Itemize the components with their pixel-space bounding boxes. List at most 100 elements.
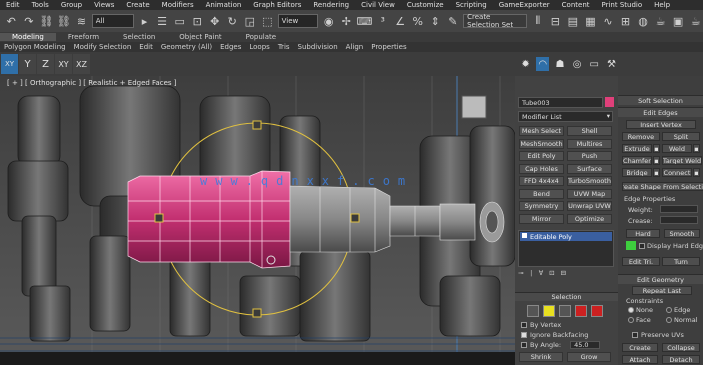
reference-coordinate-dropdown[interactable]: View (277, 14, 319, 28)
menu-item-civil-view[interactable]: Civil View (355, 1, 401, 9)
menu-item-group[interactable]: Group (55, 1, 88, 9)
display-tab-icon[interactable]: ▭ (588, 57, 601, 71)
layer-explorer-icon[interactable]: ▤ (566, 13, 581, 29)
spinner-snap-icon[interactable]: ⇕ (428, 13, 443, 29)
snap-3d-icon[interactable]: ³ (375, 13, 390, 29)
constraint-z-button[interactable]: Z (37, 54, 54, 74)
preserve-uvs-row[interactable]: Preserve UVs (632, 331, 684, 339)
schematic-view-icon[interactable]: ⊞ (618, 13, 633, 29)
menu-item-create[interactable]: Create (120, 1, 155, 9)
weight-input[interactable] (660, 205, 698, 213)
extrude-settings-button[interactable]: ▪ (653, 144, 660, 153)
subtab-subdivision[interactable]: Subdivision (294, 43, 342, 51)
create-tab-icon[interactable]: ✹ (519, 57, 532, 71)
modifier-button-symmetry[interactable]: Symmetry (519, 201, 564, 211)
undo-icon[interactable]: ↶ (4, 13, 19, 29)
selection-filter-dropdown[interactable]: All (91, 14, 135, 28)
link-icon[interactable]: ⛓ (39, 13, 54, 29)
rect-selection-icon[interactable]: ▭ (172, 13, 187, 29)
object-color-swatch[interactable] (605, 97, 614, 107)
select-by-name-icon[interactable]: ☰ (155, 13, 170, 29)
viewport-label[interactable]: [ + ] [ Orthographic ] [ Realistic + Edg… (7, 79, 176, 87)
detach-button[interactable]: Detach (662, 355, 700, 364)
grow-button[interactable]: Grow (567, 352, 611, 362)
constraint-edge-radio[interactable] (666, 307, 672, 313)
bridge-button[interactable]: Bridge (622, 168, 652, 177)
configure-sets-icon[interactable]: ⊟ (561, 269, 566, 281)
constraint-normal-radio[interactable] (666, 317, 672, 323)
angle-snap-icon[interactable]: ∠ (393, 13, 408, 29)
display-hard-edges-checkbox[interactable] (639, 243, 645, 249)
modifier-button-ffd-4x4x4[interactable]: FFD 4x4x4 (519, 176, 564, 186)
named-selection-set-dropdown[interactable]: Create Selection Set (463, 13, 528, 29)
modifier-button-bend[interactable]: Bend (519, 188, 564, 199)
menu-item-customize[interactable]: Customize (401, 1, 450, 9)
curve-editor-icon[interactable]: ∿ (601, 13, 616, 29)
constraint-xz-button[interactable]: XZ (73, 54, 90, 74)
hierarchy-tab-icon[interactable]: ☗ (553, 57, 566, 71)
mirror-icon[interactable]: ⫴ (530, 13, 545, 29)
select-manipulate-icon[interactable]: ✢ (339, 13, 354, 29)
ribbon-tab-selection[interactable]: Selection (111, 33, 167, 41)
repeat-last-button[interactable]: Repeat Last (632, 286, 692, 295)
viewport[interactable]: [ + ] [ Orthographic ] [ Realistic + Edg… (0, 76, 515, 365)
rendered-frame-icon[interactable]: ▣ (671, 13, 686, 29)
redo-icon[interactable]: ↷ (22, 13, 37, 29)
make-unique-icon[interactable]: ∀ (539, 269, 543, 281)
constraint-normal-row[interactable]: Normal (666, 316, 698, 324)
element-level-icon[interactable] (591, 305, 603, 317)
constraint-y-button[interactable]: Y (19, 54, 36, 74)
extrude-button[interactable]: Extrude (622, 144, 652, 153)
soft-selection-header[interactable]: Soft Selection (618, 95, 703, 105)
modifier-button-cap-holes[interactable]: Cap Holes (519, 163, 564, 174)
align-icon[interactable]: ⊟ (548, 13, 563, 29)
display-hard-edges-row[interactable]: Display Hard Edges (639, 242, 703, 250)
move-icon[interactable]: ✥ (207, 13, 222, 29)
ribbon-tab-object-paint[interactable]: Object Paint (167, 33, 233, 41)
split-button[interactable]: Split (662, 132, 700, 141)
preserve-uvs-checkbox[interactable] (632, 332, 638, 338)
hard-button[interactable]: Hard (626, 229, 660, 238)
edit-edges-header[interactable]: Edit Edges (618, 107, 703, 117)
collapse-button[interactable]: Collapse (662, 343, 700, 352)
ignore-backfacing-checkbox[interactable] (521, 332, 527, 338)
modifier-button-shell[interactable]: Shell (567, 126, 612, 136)
modify-tab-icon[interactable]: ◠ (536, 57, 550, 71)
object-name-field[interactable]: Tube003 (518, 97, 603, 108)
scale-icon[interactable]: ◲ (243, 13, 258, 29)
stack-item-editable-poly[interactable]: Editable Poly (520, 232, 612, 241)
vertex-level-icon[interactable] (527, 305, 539, 317)
ribbon-tab-populate[interactable]: Populate (234, 33, 288, 41)
place-icon[interactable]: ⬚ (260, 13, 275, 29)
remove-modifier-icon[interactable]: ⊡ (549, 269, 554, 281)
subtab-edit[interactable]: Edit (135, 43, 157, 51)
menu-item-scripting[interactable]: Scripting (450, 1, 493, 9)
render-icon[interactable]: ☕ (688, 13, 703, 29)
modifier-button-optimize[interactable]: Optimize (567, 213, 612, 224)
constraint-xy-button[interactable]: XY (55, 54, 72, 74)
render-setup-icon[interactable]: ☕ (653, 13, 668, 29)
modifier-button-turbosmooth[interactable]: TurboSmooth (567, 176, 612, 186)
weld-button[interactable]: Weld (662, 144, 692, 153)
subtab-modify-selection[interactable]: Modify Selection (70, 43, 136, 51)
turn-button[interactable]: Turn (662, 257, 700, 266)
bind-spacewarp-icon[interactable]: ≋ (74, 13, 89, 29)
pivot-center-icon[interactable]: ◉ (321, 13, 336, 29)
modifier-button-mirror[interactable]: Mirror (519, 213, 564, 224)
pin-stack-icon[interactable]: ⊸ (518, 269, 523, 281)
modifier-button-uvw-map[interactable]: UVW Map (567, 188, 612, 199)
modifier-button-mesh-select[interactable]: Mesh Select (519, 126, 564, 136)
window-crossing-icon[interactable]: ⊡ (190, 13, 205, 29)
unlink-icon[interactable]: ⛓ (57, 13, 72, 29)
percent-snap-icon[interactable]: % (410, 13, 425, 29)
menu-item-help[interactable]: Help (648, 1, 676, 9)
ignore-backfacing-row[interactable]: Ignore Backfacing (521, 331, 588, 339)
attach-button[interactable]: Attach (622, 355, 658, 364)
menu-item-graph-editors[interactable]: Graph Editors (247, 1, 307, 9)
insert-vertex-button[interactable]: Insert Vertex (626, 120, 696, 129)
subtab-edges[interactable]: Edges (216, 43, 245, 51)
show-end-result-icon[interactable]: ∣ (529, 269, 532, 281)
edit-geometry-header[interactable]: Edit Geometry (618, 274, 703, 284)
menu-item-gameexporter[interactable]: GameExporter (493, 1, 556, 9)
smooth-button[interactable]: Smooth (664, 229, 700, 238)
